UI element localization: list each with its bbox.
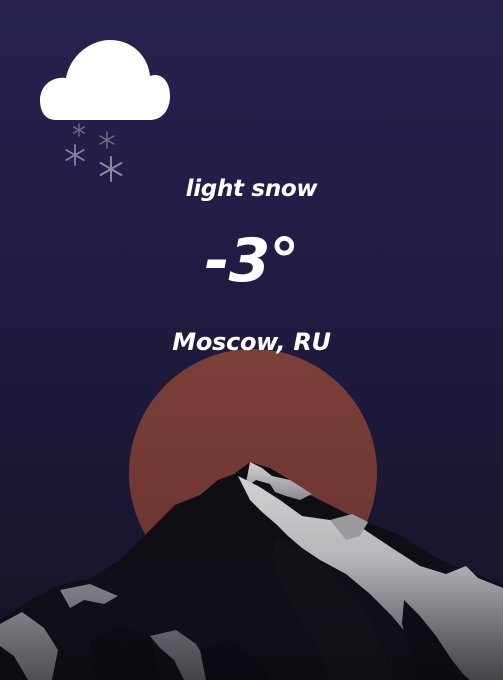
weather-description: light snow [185,176,318,202]
cloud-shape [40,40,170,120]
cloud-snow-icon [38,38,174,188]
snowflake-icon [72,122,86,141]
snowflake-icon [64,144,86,170]
weather-app: light snow -3° Moscow, RU [0,0,503,680]
location-label: Moscow, RU [172,328,331,356]
ground-fade [0,560,503,680]
temperature-value: -3° [204,226,300,296]
snowflake-icon [98,131,116,153]
